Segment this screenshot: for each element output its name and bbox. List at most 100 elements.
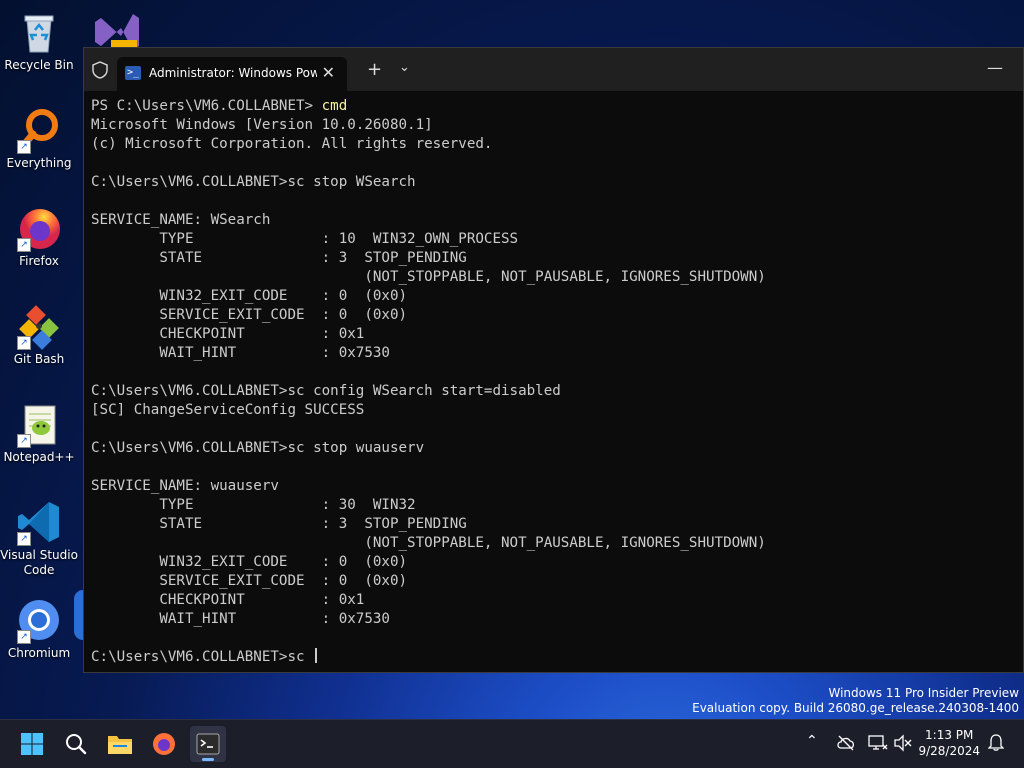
console-line: Microsoft Windows [Version 10.0.26080.1]	[91, 116, 1019, 135]
console-text: TYPE : 10 WIN32_OWN_PROCESS	[91, 231, 519, 247]
console-line: WAIT_HINT : 0x7530	[91, 344, 1019, 363]
console-line: STATE : 3 STOP_PENDING	[91, 515, 1019, 534]
console-text: SERVICE_EXIT_CODE : 0 (0x0)	[91, 307, 408, 323]
powershell-icon: >_	[125, 66, 141, 80]
chevron-down-icon[interactable]: ⌄	[399, 60, 410, 75]
taskbar-search-button[interactable]	[58, 726, 94, 762]
notepad-plus-plus-icon: ↗	[15, 400, 63, 448]
notification-bell-icon[interactable]	[987, 733, 1005, 755]
system-clock[interactable]: 1:13 PM 9/28/2024	[918, 727, 980, 759]
console-line: TYPE : 30 WIN32	[91, 496, 1019, 515]
new-tab-button[interactable]: +	[367, 59, 382, 80]
console-text: WIN32_EXIT_CODE : 0 (0x0)	[91, 288, 408, 304]
clock-date: 9/28/2024	[918, 744, 980, 758]
firefox-icon: ↗	[15, 204, 63, 252]
console-text: (NOT_STOPPABLE, NOT_PAUSABLE, IGNORES_SH…	[91, 535, 766, 551]
console-line: (c) Microsoft Corporation. All rights re…	[91, 135, 1019, 154]
visual-studio-icon	[95, 14, 139, 47]
console-text: Microsoft Windows [Version 10.0.26080.1]	[91, 117, 433, 133]
console-text: CHECKPOINT : 0x1	[91, 592, 365, 608]
evaluation-watermark: Windows 11 Pro Insider Preview Evaluatio…	[692, 686, 1019, 716]
tab-title: Administrator: Windows PowerShell	[149, 66, 317, 80]
desktop-icon-partial-2[interactable]	[74, 590, 83, 640]
desktop-icon-vscode[interactable]: ↗ Visual Studio Code	[0, 498, 78, 578]
desktop-icon-label: Chromium	[7, 646, 71, 660]
shortcut-arrow-icon: ↗	[17, 336, 31, 350]
console-text: WAIT_HINT : 0x7530	[91, 345, 390, 361]
console-line: TYPE : 10 WIN32_OWN_PROCESS	[91, 230, 1019, 249]
console-text: [SC] ChangeServiceConfig SUCCESS	[91, 402, 365, 418]
console-line: WIN32_EXIT_CODE : 0 (0x0)	[91, 287, 1019, 306]
desktop-icon-label: Recycle Bin	[4, 58, 74, 72]
taskbar-firefox[interactable]	[146, 726, 182, 762]
volume-muted-icon[interactable]	[893, 734, 913, 756]
desktop-icon-partial[interactable]	[93, 8, 141, 47]
search-icon	[66, 734, 87, 755]
console-text: C:\Users\VM6.COLLABNET>sc stop wuauserv	[91, 440, 425, 456]
console-text: (NOT_STOPPABLE, NOT_PAUSABLE, IGNORES_SH…	[91, 269, 766, 285]
desktop-icon-notepad-plus-plus[interactable]: ↗ Notepad++	[0, 400, 78, 465]
terminal-icon	[196, 733, 220, 755]
console-text: SERVICE_NAME: WSearch	[91, 212, 271, 228]
close-tab-icon[interactable]: ✕	[322, 63, 335, 82]
start-icon	[21, 733, 43, 755]
desktop-icon-label: Everything	[6, 156, 72, 170]
title-bar[interactable]: >_ Administrator: Windows PowerShell ✕ +…	[84, 48, 1023, 91]
clock-time: 1:13 PM	[925, 728, 974, 742]
console-text: STATE : 3 STOP_PENDING	[91, 516, 467, 532]
desktop-icon-label: Firefox	[19, 254, 59, 268]
desktop-icon-firefox[interactable]: ↗ Firefox	[0, 204, 78, 269]
console-output[interactable]: PS C:\Users\VM6.COLLABNET> cmd Microsoft …	[91, 97, 1019, 672]
console-text: SERVICE_NAME: wuauserv	[91, 478, 279, 494]
watermark-edition: Windows 11 Pro Insider Preview	[828, 686, 1019, 700]
taskbar-file-explorer[interactable]	[102, 726, 138, 762]
console-line: C:\Users\VM6.COLLABNET>sc stop wuauserv	[91, 439, 1019, 458]
git-bash-icon: ↗	[15, 302, 63, 350]
console-text: CHECKPOINT : 0x1	[91, 326, 365, 342]
desktop-icon-git-bash[interactable]: ↗ Git Bash	[0, 302, 78, 367]
firefox-icon	[153, 733, 175, 755]
desktop-icon-everything[interactable]: ↗ Everything	[0, 106, 78, 171]
console-line: C:\Users\VM6.COLLABNET>sc	[91, 648, 1019, 667]
desktop-icon-label: Git Bash	[13, 352, 65, 366]
console-text: SERVICE_EXIT_CODE : 0 (0x0)	[91, 573, 408, 589]
console-text: C:\Users\VM6.COLLABNET>sc stop WSearch	[91, 174, 416, 190]
console-line: PS C:\Users\VM6.COLLABNET> cmd	[91, 97, 1019, 116]
console-line: SERVICE_NAME: wuauserv	[91, 477, 1019, 496]
console-text: WAIT_HINT : 0x7530	[91, 611, 390, 627]
console-text: C:\Users\VM6.COLLABNET>sc config WSearch…	[91, 383, 561, 399]
shortcut-arrow-icon: ↗	[17, 434, 31, 448]
recycle-bin-icon	[15, 8, 63, 56]
taskbar: ⌃ 1:13 PM 9/28/2024	[0, 719, 1024, 768]
console-line: CHECKPOINT : 0x1	[91, 325, 1019, 344]
console-line: [SC] ChangeServiceConfig SUCCESS	[91, 401, 1019, 420]
start-button[interactable]	[14, 726, 50, 762]
console-line: CHECKPOINT : 0x1	[91, 591, 1019, 610]
chromium-icon: ↗	[15, 596, 63, 644]
console-text: TYPE : 30 WIN32	[91, 497, 416, 513]
desktop-icon-recycle-bin[interactable]: Recycle Bin	[0, 8, 78, 73]
console-line: (NOT_STOPPABLE, NOT_PAUSABLE, IGNORES_SH…	[91, 534, 1019, 553]
console-line: WIN32_EXIT_CODE : 0 (0x0)	[91, 553, 1019, 572]
network-icon[interactable]	[868, 734, 888, 756]
terminal-window[interactable]: >_ Administrator: Windows PowerShell ✕ +…	[83, 47, 1024, 673]
shield-icon	[92, 61, 108, 79]
show-hidden-icons-chevron[interactable]: ⌃	[806, 733, 818, 749]
console-text: WIN32_EXIT_CODE : 0 (0x0)	[91, 554, 408, 570]
desktop-icon-label: Notepad++	[3, 450, 75, 464]
minimize-button[interactable]: —	[987, 58, 1003, 77]
tab-powershell[interactable]: >_ Administrator: Windows PowerShell ✕	[117, 57, 347, 91]
cloud-offline-icon[interactable]	[836, 734, 856, 756]
console-command: cmd	[321, 98, 348, 114]
console-line: C:\Users\VM6.COLLABNET>sc config WSearch…	[91, 382, 1019, 401]
desktop-icon-chromium[interactable]: ↗ Chromium	[0, 596, 78, 661]
console-line: C:\Users\VM6.COLLABNET>sc stop WSearch	[91, 173, 1019, 192]
taskbar-terminal[interactable]	[190, 726, 226, 762]
file-explorer-icon	[108, 736, 132, 754]
shortcut-arrow-icon: ↗	[17, 532, 31, 546]
shortcut-arrow-icon: ↗	[17, 630, 31, 644]
